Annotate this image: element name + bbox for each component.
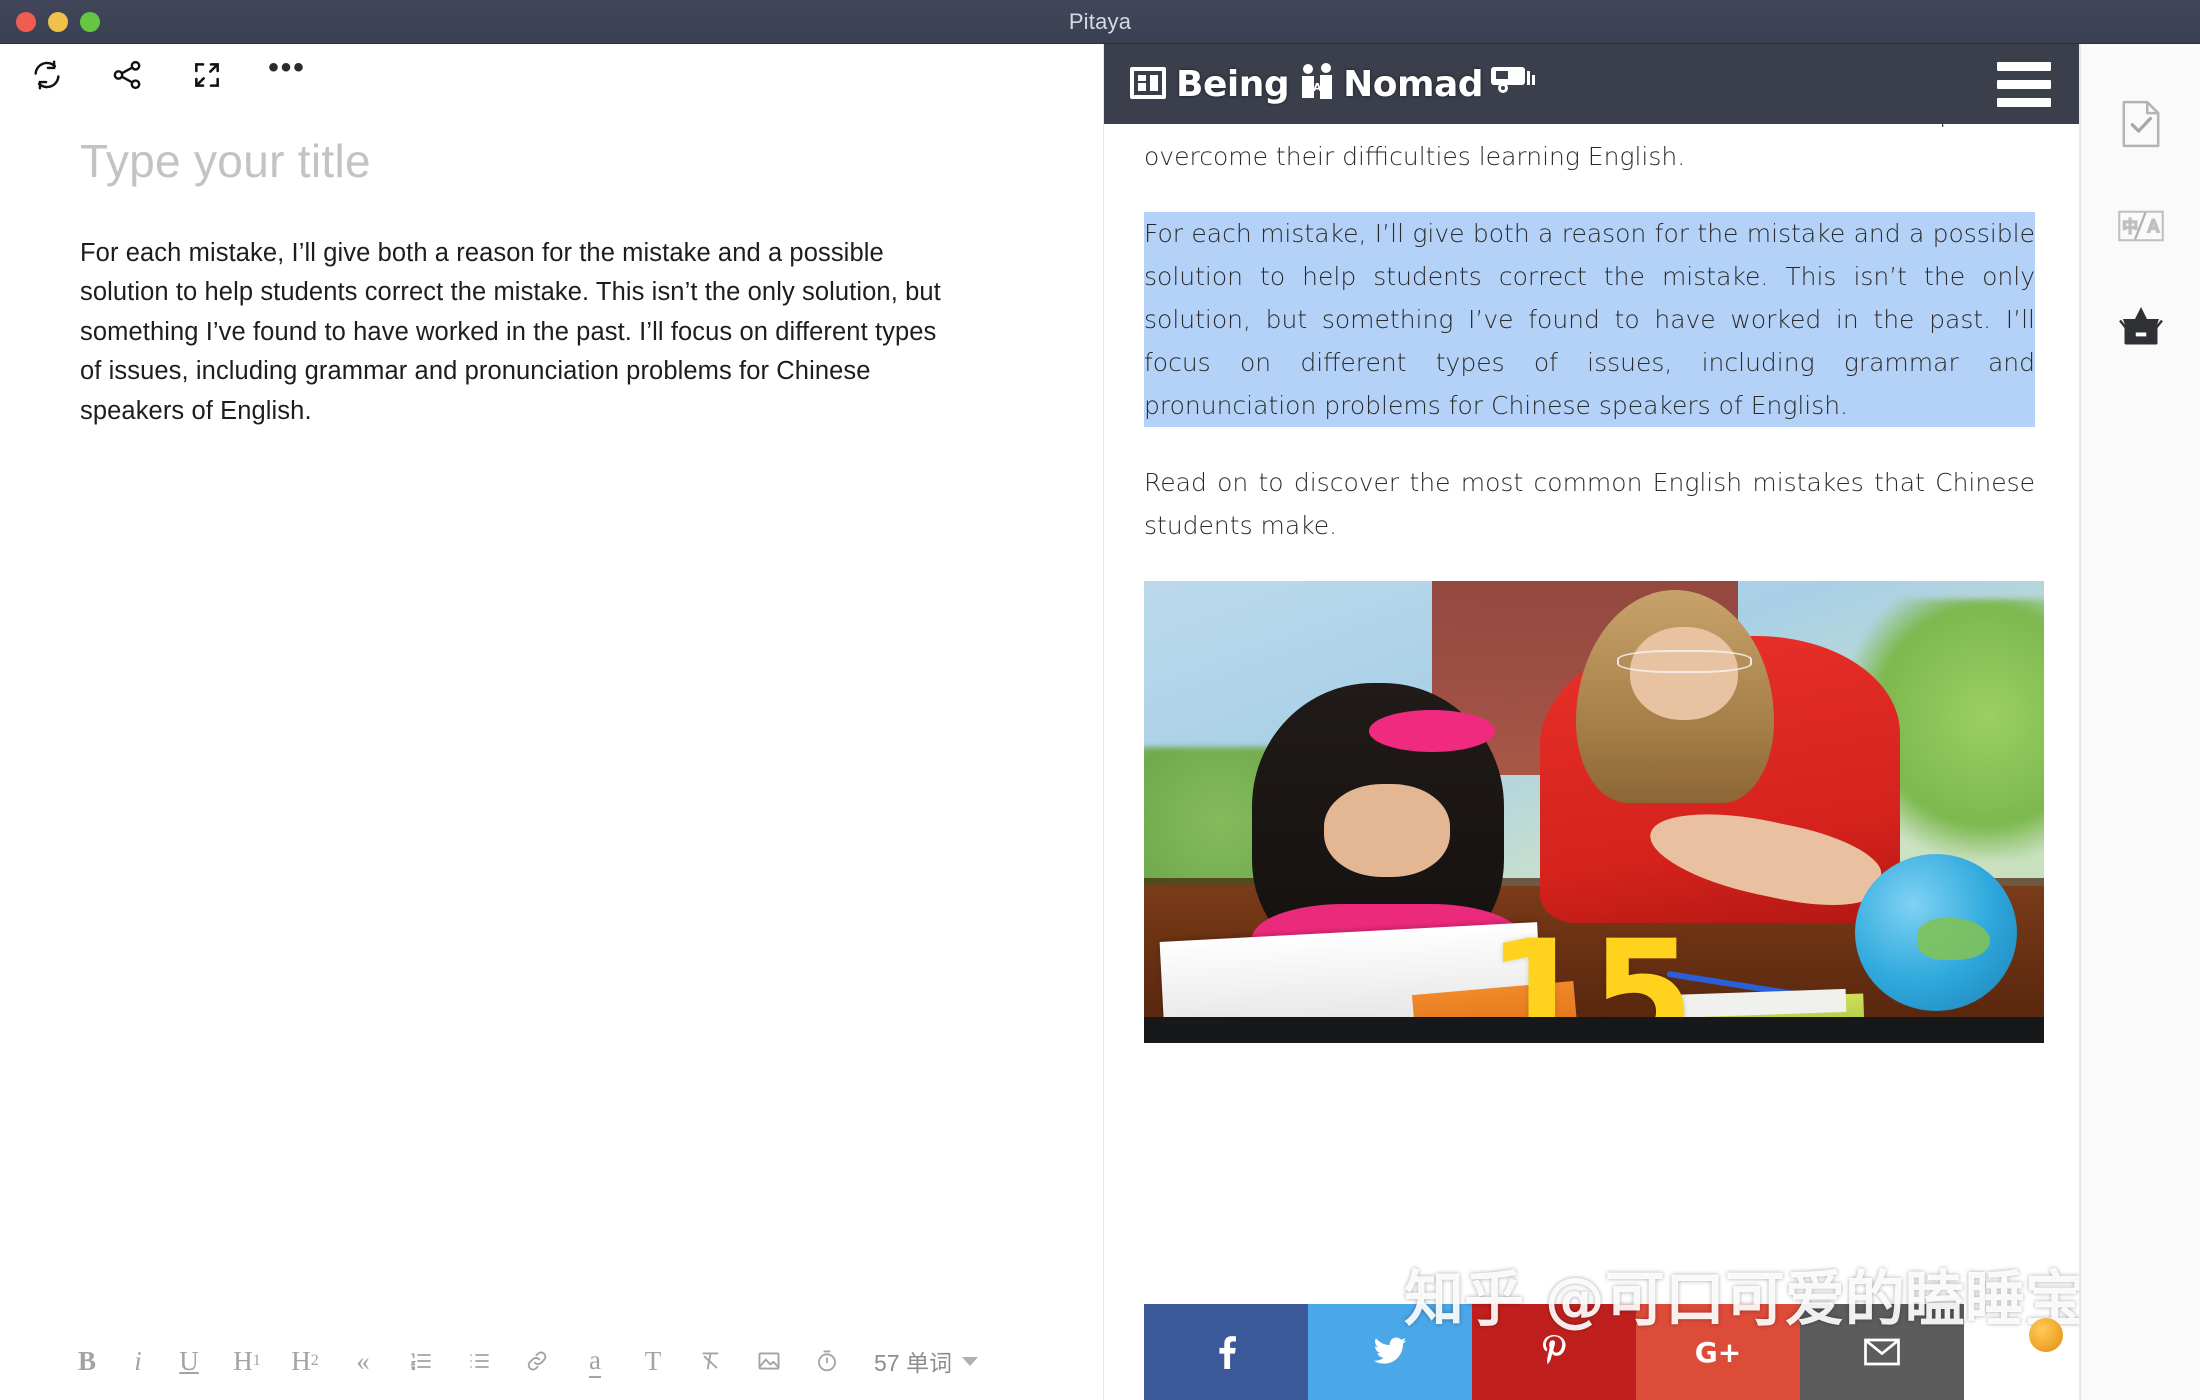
document-paragraph[interactable]: For each mistake, I’ll give both a reaso… [80,234,960,432]
googleplus-label: G+ [1694,1335,1742,1369]
window-controls [0,11,100,32]
svg-text:A: A [2147,217,2159,236]
heading1-sub: 1 [252,1352,261,1369]
highlight-button[interactable]: a [566,1337,624,1385]
word-count-selector[interactable]: 57 单词 [874,1344,978,1378]
quote-label: « [356,1345,370,1376]
heading2-label: H [291,1345,311,1376]
format-toolbar: B i U H1 H2 « a T 57 单词 [0,1322,1103,1400]
zoom-button[interactable] [80,11,100,32]
app-window: Pitaya ••• Type your title For each mist… [0,0,2200,1400]
pinterest-share-button[interactable] [1472,1304,1636,1400]
facebook-share-button[interactable] [1144,1304,1308,1400]
translate-icon[interactable]: 中 A [2115,200,2167,252]
editor-document[interactable]: Type your title For each mistake, I’ll g… [0,106,1103,1322]
preview-article-image: 15 [1144,581,2044,1043]
unordered-list-button[interactable] [450,1337,508,1385]
window-titlebar: Pitaya [0,0,2200,44]
book-icon [1128,61,1170,107]
watermark-emoji-icon [2029,1318,2063,1352]
menu-icon[interactable] [1997,61,2051,107]
brand-name-2: Nomad [1343,63,1484,105]
heading1-button[interactable]: H1 [218,1337,276,1385]
more-icon[interactable]: ••• [268,53,306,94]
text-style-button[interactable]: T [624,1337,682,1385]
social-share-bar: G+ [1144,1304,1964,1400]
preview-content: … to Chinese students. But students can … [1104,44,2079,1400]
site-logo[interactable]: Being A Nomad [1128,61,1536,107]
svg-text:中: 中 [2122,217,2138,236]
editor-pane: ••• Type your title For each mistake, I’… [0,44,1104,1400]
editor-toolbar: ••• [0,44,1103,106]
svg-text:A: A [1313,81,1322,94]
archive-box-icon[interactable] [2115,302,2167,354]
minimize-button[interactable] [48,11,68,32]
brand-name-1: Being [1176,63,1290,105]
bold-label: B [77,1345,96,1376]
close-button[interactable] [16,11,36,32]
underline-label: U [179,1345,199,1376]
window-title: Pitaya [1068,9,1132,34]
site-header-overlay: Being A Nomad [1104,44,2079,124]
blockquote-button[interactable]: « [334,1337,392,1385]
heading2-sub: 2 [310,1352,319,1369]
photo-illustration: 15 [1144,581,2044,1043]
italic-label: i [134,1345,142,1376]
text-style-label: T [644,1345,662,1376]
main-body: ••• Type your title For each mistake, I’… [0,44,2200,1400]
email-share-button[interactable] [1800,1304,1964,1400]
clear-format-button[interactable] [682,1337,740,1385]
underline-button[interactable]: U [160,1337,218,1385]
family-icon: A [1295,61,1337,107]
heading2-button[interactable]: H2 [276,1337,334,1385]
share-icon[interactable] [108,56,146,94]
document-title-placeholder[interactable]: Type your title [80,132,1047,192]
bold-button[interactable]: B [58,1337,116,1385]
document-check-icon[interactable] [2115,98,2167,150]
fullscreen-icon[interactable] [188,56,226,94]
word-count-label: 57 单词 [874,1350,952,1376]
timer-button[interactable] [798,1337,856,1385]
caravan-icon [1489,61,1536,107]
preview-pane[interactable]: … to Chinese students. But students can … [1104,44,2080,1400]
right-sidebar: 中 A [2080,44,2200,1400]
italic-button[interactable]: i [116,1337,160,1385]
preview-paragraph-selected[interactable]: For each mistake, I’ll give both a reaso… [1144,212,2035,427]
ordered-list-button[interactable] [392,1337,450,1385]
sync-icon[interactable] [28,56,66,94]
chevron-down-icon [961,1356,978,1366]
highlight-label: a [589,1345,601,1378]
image-button[interactable] [740,1337,798,1385]
link-button[interactable] [508,1337,566,1385]
googleplus-share-button[interactable]: G+ [1636,1304,1800,1400]
twitter-share-button[interactable] [1308,1304,1472,1400]
heading1-label: H [233,1345,253,1376]
preview-paragraph-after: Read on to discover the most common Engl… [1144,468,2035,540]
